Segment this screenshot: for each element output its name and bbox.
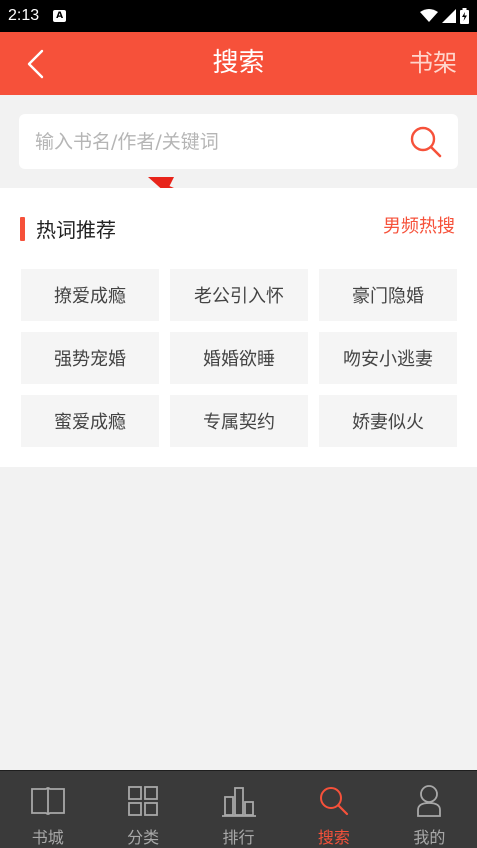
search-input[interactable]: [35, 114, 405, 169]
hot-tag[interactable]: 专属契约: [170, 395, 308, 447]
hot-tag[interactable]: 蜜爱成瘾: [21, 395, 159, 447]
hot-tag[interactable]: 强势宠婚: [21, 332, 159, 384]
hot-tag[interactable]: 娇妻似火: [319, 395, 457, 447]
notification-icon: A: [53, 10, 67, 22]
chevron-left-icon: [27, 49, 44, 79]
search-button[interactable]: [408, 124, 444, 160]
hot-tags-grid: 撩爱成瘾 老公引入怀 豪门隐婚 强势宠婚 婚婚欲睡 吻安小逃妻 蜜爱成瘾 专属契…: [21, 269, 457, 447]
page-title: 搜索: [212, 48, 265, 78]
tab-ranking[interactable]: 排行: [191, 771, 286, 848]
tab-search[interactable]: 搜索: [286, 771, 381, 848]
ranking-icon: [221, 783, 257, 818]
male-hot-search-link[interactable]: 男频热搜: [383, 212, 455, 238]
hot-tag[interactable]: 豪门隐婚: [319, 269, 457, 321]
tab-label: 分类: [127, 828, 160, 847]
tab-label: 我的: [413, 828, 446, 847]
search-icon: [316, 783, 352, 818]
book-icon: [30, 783, 66, 818]
tab-label: 搜索: [317, 828, 350, 847]
hot-tag[interactable]: 婚婚欲睡: [170, 332, 308, 384]
search-box: [19, 114, 458, 169]
hot-tag[interactable]: 吻安小逃妻: [319, 332, 457, 384]
status-bar: 2:13 A: [0, 0, 477, 32]
battery-icon: [460, 8, 469, 24]
hot-words-panel: 热词推荐 男频热搜 撩爱成瘾 老公引入怀 豪门隐婚 强势宠婚 婚婚欲睡 吻安小逃…: [0, 188, 477, 467]
tab-mine[interactable]: 我的: [382, 771, 477, 848]
section-marker: [20, 217, 25, 241]
status-icons: [420, 8, 469, 24]
tab-category[interactable]: 分类: [95, 771, 190, 848]
app-header: 搜索 书架: [0, 32, 477, 95]
tab-bookstore[interactable]: 书城: [0, 771, 95, 848]
status-time: 2:13: [8, 7, 40, 24]
tab-label: 书城: [31, 828, 64, 847]
hot-tag[interactable]: 老公引入怀: [170, 269, 308, 321]
tab-label: 排行: [222, 828, 255, 847]
profile-icon: [411, 783, 447, 818]
hot-tag[interactable]: 撩爱成瘾: [21, 269, 159, 321]
grid-icon: [125, 783, 161, 818]
search-section: [0, 95, 477, 187]
signal-icon: [442, 9, 456, 23]
hot-words-title: 热词推荐: [36, 218, 116, 242]
back-button[interactable]: [18, 46, 52, 82]
search-icon: [410, 126, 442, 158]
bookshelf-button[interactable]: 书架: [409, 32, 457, 95]
wifi-icon: [420, 9, 438, 22]
bottom-tab-bar: 书城 分类 排行 搜索 我的: [0, 770, 477, 848]
